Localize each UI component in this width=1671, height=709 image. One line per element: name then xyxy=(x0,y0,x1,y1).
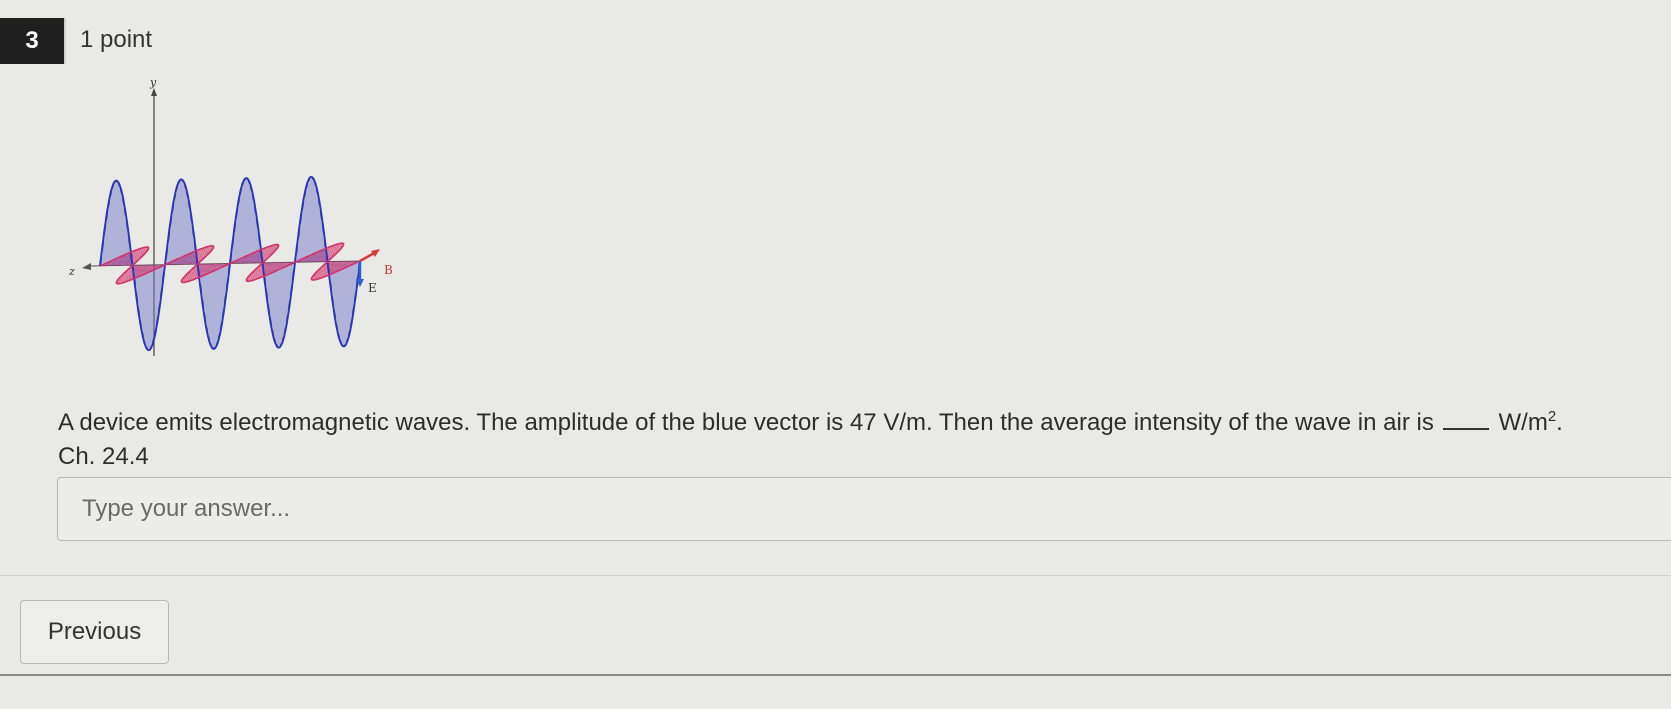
answer-input[interactable] xyxy=(80,494,1671,524)
em-wave-figure: y z B E xyxy=(68,76,393,356)
wave-group xyxy=(99,175,361,352)
unit-exponent: 2 xyxy=(1547,408,1557,425)
magnetic-field-hatch xyxy=(243,244,275,264)
question-text: A device emits electromagnetic waves. Th… xyxy=(58,400,1658,474)
chapter-reference: Ch. 24.4 xyxy=(58,443,149,470)
magnetic-field-wave xyxy=(99,242,361,285)
question-number: 3 xyxy=(0,18,66,64)
unit-base: W/m xyxy=(1498,409,1548,436)
answer-blank xyxy=(1442,408,1489,430)
answer-field-container[interactable] xyxy=(57,477,1671,541)
b-vector-head xyxy=(371,249,380,257)
question-points: 1 point xyxy=(80,26,153,53)
question-body: A device emits electromagnetic waves. Th… xyxy=(58,409,1434,436)
magnetic-field-hatch xyxy=(185,263,217,283)
quiz-page: 3 1 point y z B E A device emits electro… xyxy=(0,0,1671,709)
section-divider xyxy=(0,575,1671,576)
e-vector-label: E xyxy=(368,281,377,295)
z-axis-arrow xyxy=(82,263,91,270)
magnetic-field-hatch xyxy=(113,247,145,266)
y-axis-label: y xyxy=(149,76,157,89)
magnetic-field-hatch xyxy=(315,261,347,280)
y-axis-arrow xyxy=(151,88,157,96)
b-vector-label: B xyxy=(384,263,393,277)
unit-end: . xyxy=(1556,409,1563,436)
z-axis-label: z xyxy=(68,265,75,278)
previous-button[interactable]: Previous xyxy=(20,600,169,664)
bottom-divider xyxy=(0,674,1671,676)
